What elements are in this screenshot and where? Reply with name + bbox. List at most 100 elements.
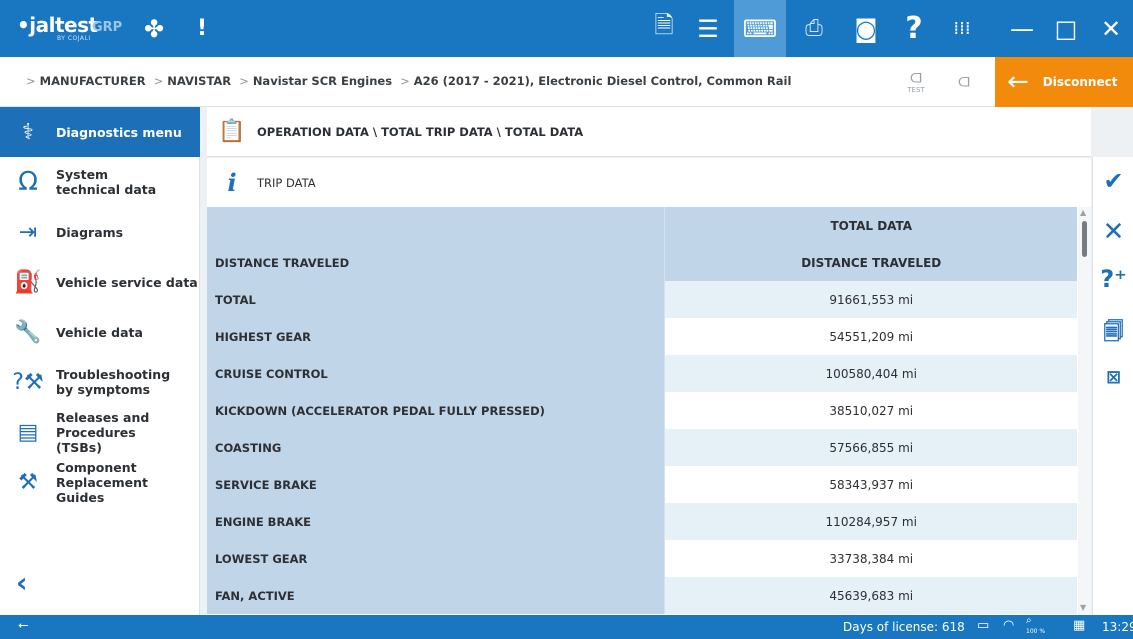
breadcrumb: > MANUFACTURER > NAVISTAR > Navistar SCR En… bbox=[26, 74, 792, 88]
sidebar-item-troubleshooting[interactable]: ?⚒ Troubleshooting by symptoms bbox=[0, 357, 200, 407]
keyboard-icon[interactable]: ⌨ bbox=[734, 0, 786, 57]
diagram-icon: ⇥ bbox=[18, 219, 38, 245]
check-icon[interactable]: ✔ bbox=[1093, 167, 1133, 195]
help-plus-icon[interactable]: ?⁺ bbox=[1093, 265, 1133, 293]
breadcrumb-system[interactable]: Navistar SCR Engines bbox=[253, 74, 392, 88]
top-toolbar: •jaltest BY COJALI GRP ✤ ! 🗎 ☰ ⌨ ⎙ ◙ ? ⁞… bbox=[0, 0, 1133, 57]
wrench-icon: 🔧 bbox=[14, 319, 42, 345]
row-label: DISTANCE TRAVELED bbox=[207, 244, 666, 281]
row-label: TOTAL bbox=[207, 281, 666, 318]
table-row[interactable]: KICKDOWN (ACCELERATOR PEDAL FULLY PRESSE… bbox=[207, 392, 1077, 429]
row-label: FAN, ACTIVE bbox=[207, 577, 666, 614]
connector-icon[interactable]: ⫏ bbox=[950, 66, 978, 100]
table-row[interactable]: DISTANCE TRAVELED DISTANCE TRAVELED bbox=[207, 244, 1077, 281]
sidebar-item-label: Component Replacement Guides bbox=[56, 459, 149, 505]
alert-icon[interactable]: ! bbox=[184, 0, 220, 57]
brand-name: •jaltest bbox=[17, 13, 98, 37]
info-icon: i bbox=[227, 168, 237, 197]
zoom-icon[interactable]: ⌕ 100 % bbox=[1026, 616, 1045, 637]
table-row[interactable]: FAN, ACTIVE 45639,683 mi bbox=[207, 577, 1077, 614]
table-row[interactable]: HIGHEST GEAR 54551,209 mi bbox=[207, 318, 1077, 355]
table-row[interactable]: CRUISE CONTROL 100580,404 mi bbox=[207, 355, 1077, 392]
data-table: TOTAL DATA DISTANCE TRAVELED DISTANCE TR… bbox=[207, 207, 1091, 615]
license-days: Days of license: 618 bbox=[843, 620, 965, 634]
row-value: 54551,209 mi bbox=[665, 318, 1077, 355]
row-value: 45639,683 mi bbox=[665, 577, 1077, 614]
sidebar-item-component-replacement[interactable]: ⚒ Component Replacement Guides bbox=[0, 457, 200, 507]
printer-icon[interactable]: ⎙ bbox=[790, 0, 838, 57]
sidebar-item-label: Diagnostics menu bbox=[56, 124, 182, 140]
excel-export-icon[interactable]: ⊠ bbox=[1093, 367, 1133, 388]
stethoscope-icon: ⚕ bbox=[22, 119, 34, 145]
report-icon[interactable]: 🗎 bbox=[642, 0, 686, 57]
sidebar-item-vehicle-service-data[interactable]: ⛽ Vehicle service data bbox=[0, 257, 200, 307]
sidebar-item-label: Diagrams bbox=[56, 224, 124, 240]
sidebar-item-label: Releases and Procedures (TSBs) bbox=[56, 409, 150, 455]
minimize-icon[interactable]: — bbox=[1000, 0, 1044, 57]
table-header-row: TOTAL DATA bbox=[207, 207, 1077, 244]
arrow-left-icon: ← bbox=[1007, 67, 1029, 97]
row-value: 58343,937 mi bbox=[665, 466, 1077, 503]
table-row[interactable]: LOWEST GEAR 33738,384 mi bbox=[207, 540, 1077, 577]
clock: 13:29 bbox=[1102, 620, 1133, 634]
table-row[interactable]: ENGINE BRAKE 110284,957 mi bbox=[207, 503, 1077, 540]
disconnect-button[interactable]: ← Disconnect bbox=[995, 57, 1133, 107]
cancel-icon[interactable]: ✕ bbox=[1093, 217, 1133, 247]
grp-label: GRP bbox=[92, 20, 123, 35]
row-value: 38510,027 mi bbox=[665, 392, 1077, 429]
scroll-down-icon[interactable]: ▼ bbox=[1080, 603, 1086, 612]
row-value: 91661,553 mi bbox=[665, 281, 1077, 318]
omega-icon: Ω bbox=[18, 167, 38, 197]
battery-icon: ▭ bbox=[977, 618, 990, 633]
table-row[interactable]: SERVICE BRAKE 58343,937 mi bbox=[207, 466, 1077, 503]
breadcrumb-manufacturer[interactable]: MANUFACTURER bbox=[40, 74, 146, 88]
table-row[interactable]: COASTING 57566,855 mi bbox=[207, 429, 1077, 466]
sidebar-item-vehicle-data[interactable]: 🔧 Vehicle data bbox=[0, 307, 200, 357]
report-add-icon[interactable]: 🗐 bbox=[1093, 317, 1133, 351]
row-value: 33738,384 mi bbox=[665, 540, 1077, 577]
sidebar-item-label: Troubleshooting by symptoms bbox=[56, 367, 171, 397]
close-icon[interactable]: ✕ bbox=[1089, 0, 1133, 57]
main-panel: 📋 OPERATION DATA \ TOTAL TRIP DATA \ TOT… bbox=[207, 107, 1091, 615]
sidebar-item-diagnostics-menu[interactable]: ⚕ Diagnostics menu bbox=[0, 107, 200, 157]
sidebar-item-releases-tsbs[interactable]: ▤ Releases and Procedures (TSBs) bbox=[0, 407, 200, 457]
breadcrumb-brand[interactable]: NAVISTAR bbox=[167, 74, 231, 88]
brand-sub: BY COJALI bbox=[57, 35, 91, 42]
scroll-thumb[interactable] bbox=[1082, 221, 1087, 257]
tools-icon: ⚒ bbox=[18, 469, 38, 495]
test-connector-icon[interactable]: ⫏ TEST bbox=[902, 66, 930, 100]
maximize-icon[interactable]: □ bbox=[1044, 0, 1088, 57]
section-title: OPERATION DATA \ TOTAL TRIP DATA \ TOTAL… bbox=[257, 124, 584, 139]
row-value: 100580,404 mi bbox=[665, 355, 1077, 392]
molecule-icon[interactable]: ✤ bbox=[134, 0, 174, 57]
row-value: DISTANCE TRAVELED bbox=[665, 244, 1077, 281]
column-header: TOTAL DATA bbox=[665, 207, 1077, 244]
clipboard-icon: 📋 bbox=[218, 119, 246, 144]
vertical-scrollbar[interactable]: ▲ ▼ bbox=[1078, 207, 1091, 615]
row-value: 57566,855 mi bbox=[665, 429, 1077, 466]
row-label: ENGINE BRAKE bbox=[207, 503, 666, 540]
disconnect-label: Disconnect bbox=[1042, 75, 1118, 89]
tsb-icon: ▤ bbox=[17, 419, 39, 445]
jaltest-logo: •jaltest BY COJALI bbox=[17, 13, 98, 42]
wifi-icon: ◠ bbox=[1003, 618, 1015, 633]
zoom-level: 100 % bbox=[1026, 628, 1046, 635]
sidebar-item-label: Vehicle service data bbox=[56, 274, 198, 290]
breadcrumb-model[interactable]: A26 (2017 - 2021), Electronic Diesel Con… bbox=[414, 74, 792, 88]
apps-icon[interactable]: ⁞⁞⁞ bbox=[940, 0, 984, 57]
row-value: 110284,957 mi bbox=[665, 503, 1077, 540]
row-label: CRUISE CONTROL bbox=[207, 355, 666, 392]
camera-icon[interactable]: ◙ bbox=[842, 0, 890, 57]
help-icon[interactable]: ? bbox=[892, 0, 936, 57]
scroll-up-icon[interactable]: ▲ bbox=[1080, 208, 1086, 217]
usb-icon: ⭠ bbox=[18, 618, 29, 633]
sidebar-item-system-technical-data[interactable]: Ω System technical data bbox=[0, 157, 200, 207]
row-label: SERVICE BRAKE bbox=[207, 466, 666, 503]
calendar-icon[interactable]: ▦ bbox=[1073, 618, 1085, 633]
status-bar: ⭠ Days of license: 618 ▭ ◠ ⌕ 100 % ▦ 13:2… bbox=[0, 615, 1133, 639]
table-header-empty bbox=[207, 207, 666, 244]
sidebar-item-diagrams[interactable]: ⇥ Diagrams bbox=[0, 207, 200, 257]
back-icon[interactable]: ‹ bbox=[16, 566, 28, 599]
table-row[interactable]: TOTAL 91661,553 mi bbox=[207, 281, 1077, 318]
list-icon[interactable]: ☰ bbox=[686, 0, 730, 57]
